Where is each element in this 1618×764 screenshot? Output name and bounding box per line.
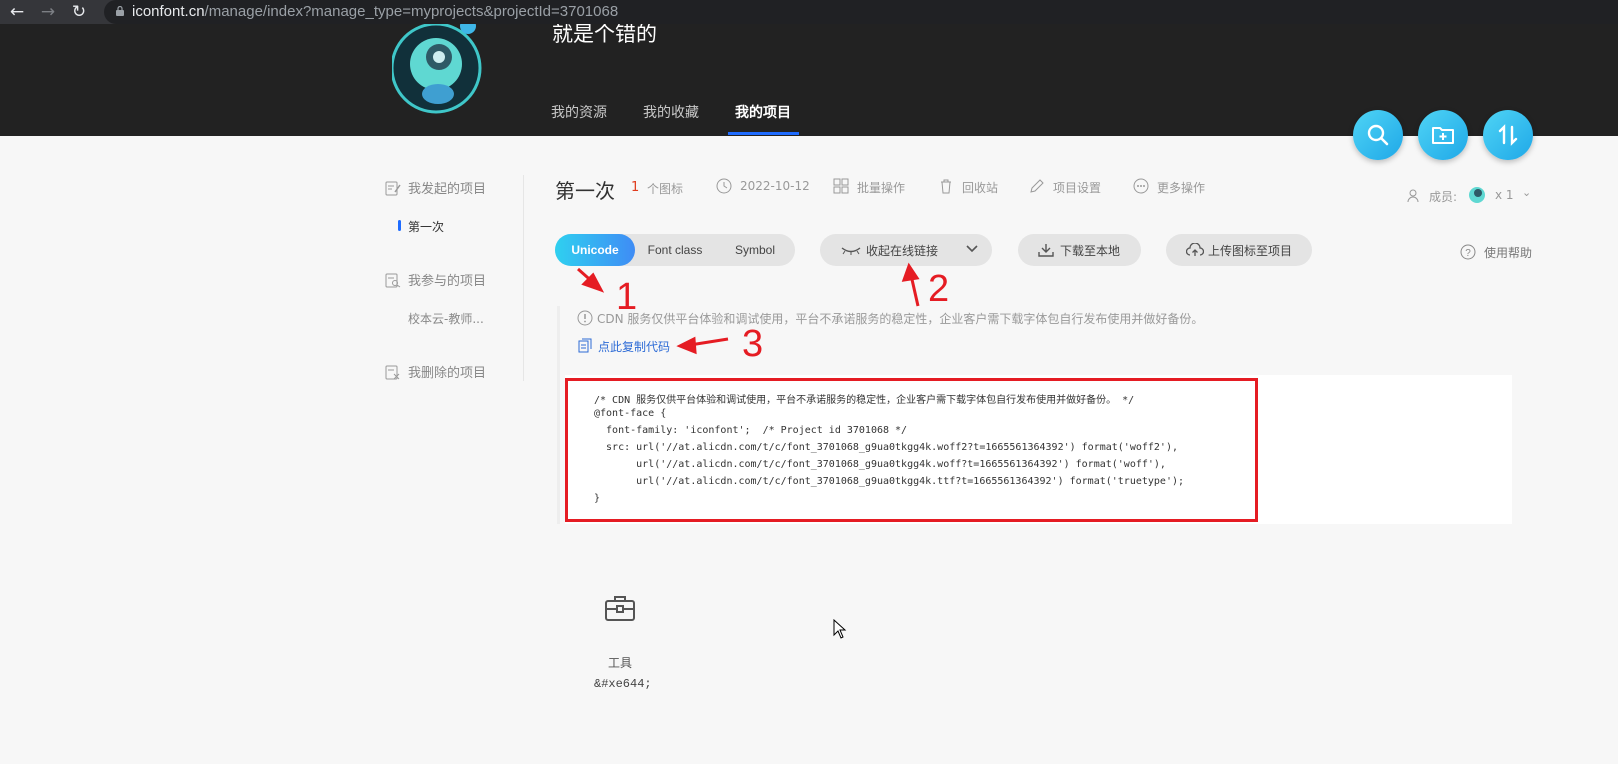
pencil-icon xyxy=(1030,179,1044,193)
members-label: 成员: xyxy=(1429,190,1458,204)
copy-code-label: 点此复制代码 xyxy=(598,340,671,354)
eye-closed-icon xyxy=(841,247,861,255)
cdn-notice-text: CDN 服务仅供平台体验和调试使用，平台不承诺服务的稳定性，企业客户需下载字体包… xyxy=(597,312,1204,326)
clock-icon xyxy=(716,178,732,194)
icon-count: 1 xyxy=(631,180,640,195)
toolbox-icon xyxy=(605,596,635,621)
member-avatar xyxy=(1469,187,1485,203)
sidebar-joined-label: 我参与的项目 xyxy=(408,274,487,289)
avatar[interactable] xyxy=(392,24,484,114)
browser-toolbar: ← → ↻ iconfont.cn/manage/index?manage_ty… xyxy=(0,0,1618,24)
search-icon xyxy=(1367,124,1389,146)
download-icon xyxy=(1038,244,1054,257)
download-local-button[interactable]: 下载至本地 xyxy=(1018,234,1141,266)
project-title: 第一次 xyxy=(555,179,615,203)
username: 就是个错的 xyxy=(552,24,657,46)
project-date-text: 2022-10-12 xyxy=(740,179,810,193)
more-actions-button[interactable]: 更多操作 xyxy=(1133,177,1213,197)
code-line: url('//at.alicdn.com/t/c/font_3701068_g9… xyxy=(594,459,1166,470)
chevron-down-icon xyxy=(966,245,978,253)
help-label: 使用帮助 xyxy=(1484,246,1533,260)
deleted-doc-icon xyxy=(385,365,400,380)
more-actions-label: 更多操作 xyxy=(1157,181,1206,195)
annotation-number-1: 1 xyxy=(616,276,638,318)
lock-icon xyxy=(116,6,124,16)
mode-symbol-tab[interactable]: Symbol xyxy=(715,234,795,266)
tab-my-favorites[interactable]: 我的收藏 xyxy=(643,102,699,122)
sort-icon xyxy=(1498,124,1518,146)
new-folder-icon xyxy=(1432,127,1454,144)
trash-icon xyxy=(941,179,951,194)
collapse-online-link-button[interactable]: 收起在线链接 xyxy=(820,234,992,266)
active-item-marker xyxy=(398,220,401,231)
search-button[interactable] xyxy=(1353,110,1403,160)
more-dots-icon xyxy=(1133,178,1149,194)
font-mode-switch: Unicode Font class Symbol xyxy=(555,234,795,266)
annotation-number-2: 2 xyxy=(928,268,950,310)
annotation-number-3: 3 xyxy=(742,323,764,365)
sidebar-initiated-label: 我发起的项目 xyxy=(408,182,487,197)
code-line: font-family: 'iconfont'; /* Project id 3… xyxy=(594,425,908,436)
code-line: url('//at.alicdn.com/t/c/font_3701068_g9… xyxy=(594,476,1185,487)
sidebar-divider xyxy=(523,175,524,381)
batch-operation-button[interactable]: 批量操作 xyxy=(833,177,913,197)
tab-my-projects[interactable]: 我的项目 xyxy=(735,102,791,122)
url-text: iconfont.cn/manage/index?manage_type=myp… xyxy=(132,3,619,20)
project-settings-label: 项目设置 xyxy=(1053,181,1102,195)
sidebar-item-joined-project[interactable]: 校本云-教师... xyxy=(408,310,484,327)
collapse-online-link-label: 收起在线链接 xyxy=(866,244,939,258)
code-line: @font-face { xyxy=(594,408,667,419)
code-line: /* CDN 服务仅供平台体验和调试使用，平台不承诺服务的稳定性，企业客户需下载… xyxy=(594,395,1135,406)
tab-my-resources[interactable]: 我的资源 xyxy=(551,102,607,122)
font-face-code-block[interactable]: /* CDN 服务仅供平台体验和调试使用，平台不承诺服务的稳定性，企业客户需下载… xyxy=(565,378,1258,522)
svg-text:?: ? xyxy=(1465,248,1471,259)
batch-operation-label: 批量操作 xyxy=(857,181,906,195)
code-line: src: url('//at.alicdn.com/t/c/font_37010… xyxy=(594,442,1178,453)
arrow-right-icon[interactable]: → xyxy=(37,2,59,24)
chevron-down-icon: ⌄ xyxy=(1522,186,1532,199)
question-circle-icon: ? xyxy=(1460,244,1476,260)
cloud-upload-icon xyxy=(1186,243,1204,256)
mode-font-class-tab[interactable]: Font class xyxy=(635,234,715,266)
members-count: x 1 xyxy=(1495,188,1514,202)
sidebar-deleted-label: 我删除的项目 xyxy=(408,366,487,381)
recycle-bin-button[interactable]: 回收站 xyxy=(938,177,1008,197)
grid-icon xyxy=(833,178,849,194)
code-line: } xyxy=(594,493,601,504)
new-folder-button[interactable] xyxy=(1418,110,1468,160)
upload-icon-button[interactable]: 上传图标至项目 xyxy=(1166,234,1312,266)
sort-button[interactable] xyxy=(1483,110,1533,160)
copy-icon xyxy=(578,338,592,353)
project-date: 2022-10-12 xyxy=(716,177,810,197)
icon-name: 工具 xyxy=(608,656,633,670)
search-doc-icon xyxy=(385,273,401,288)
project-settings-button[interactable]: 项目设置 xyxy=(1029,177,1109,197)
cursor-icon xyxy=(833,619,847,639)
icon-unicode: &#xe644; xyxy=(594,677,652,691)
recycle-bin-label: 回收站 xyxy=(962,181,999,195)
download-local-label: 下载至本地 xyxy=(1060,244,1121,258)
sidebar-item-first-project[interactable]: 第一次 xyxy=(408,218,444,235)
edit-doc-icon xyxy=(385,181,401,196)
address-bar[interactable]: iconfont.cn/manage/index?manage_type=myp… xyxy=(104,0,1618,24)
mode-unicode-tab[interactable]: Unicode xyxy=(555,234,635,266)
reload-icon[interactable]: ↻ xyxy=(68,2,90,24)
info-circle-icon xyxy=(577,310,593,326)
active-tab-indicator xyxy=(728,132,799,135)
icon-count-label: 个图标 xyxy=(647,182,684,196)
arrow-left-icon[interactable]: ← xyxy=(6,2,28,24)
user-icon xyxy=(1407,189,1419,203)
upload-icon-label: 上传图标至项目 xyxy=(1208,244,1293,258)
